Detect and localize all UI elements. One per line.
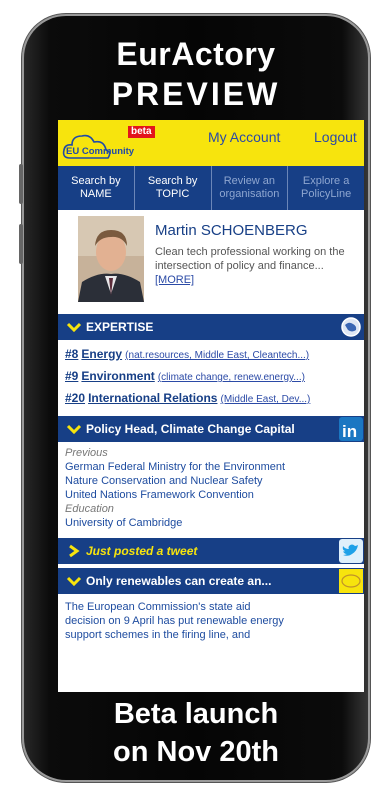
previous-item[interactable]: United Nations Framework Convention (65, 488, 358, 502)
expertise-name[interactable]: Environment (81, 369, 154, 383)
nav-label: TOPIC (155, 188, 190, 200)
expertise-rank: #9 (65, 369, 79, 383)
expertise-list: #8 Energy (nat.resources, Middle East, C… (58, 340, 364, 416)
beta-badge: beta (128, 126, 155, 138)
list-item[interactable]: #20 International Relations (Middle East… (65, 388, 358, 410)
news-header[interactable]: Only renewables can create an... (58, 568, 364, 594)
tweet-header[interactable]: Just posted a tweet (58, 538, 364, 564)
expertise-name[interactable]: International Relations (88, 391, 217, 405)
twitter-icon[interactable] (338, 538, 364, 564)
news-text: support schemes in the firing line, and (65, 629, 251, 641)
linkedin-icon[interactable]: in (338, 416, 364, 442)
chevron-down-icon (66, 576, 82, 586)
nav-label: PolicyLine (301, 188, 352, 200)
top-bar: EU Community beta My Account Logout (58, 120, 364, 166)
profile-bio-text: Clean tech professional working on the i… (155, 246, 345, 272)
news-source-icon (339, 569, 363, 593)
education-item[interactable]: University of Cambridge (65, 516, 358, 530)
footer-line-2: on Nov 20th (113, 736, 279, 768)
position-details: Previous German Federal Ministry for the… (58, 442, 364, 536)
previous-item[interactable]: German Federal Ministry for the Environm… (65, 460, 358, 474)
list-item[interactable]: #9 Environment (climate change, renew.en… (65, 366, 358, 388)
education-label: Education (65, 503, 114, 515)
news-body: The European Commission's state aid deci… (58, 594, 364, 648)
nav-label: Review an (223, 175, 276, 187)
nav-search-by-name[interactable]: Search by NAME (58, 166, 135, 210)
nav-label: organisation (219, 188, 280, 200)
linkedin-glyph: in (342, 422, 357, 441)
profile-name[interactable]: Martin SCHOENBERG (155, 222, 308, 239)
expertise-rank: #8 (65, 347, 79, 361)
nav-label: Search by (71, 175, 121, 187)
chevron-right-icon (69, 544, 80, 558)
logo-text: EU Community (66, 146, 135, 157)
footer-line-1: Beta launch (113, 698, 279, 730)
expertise-rank: #20 (65, 391, 86, 405)
news-text: decision on 9 April has put renewable en… (65, 615, 284, 627)
my-account-link[interactable]: My Account (208, 129, 280, 145)
tweet-title: Just posted a tweet (86, 544, 198, 558)
position-title: Policy Head, Climate Change Capital (86, 422, 295, 436)
expertise-tags[interactable]: (climate change, renew.energy...) (158, 372, 305, 383)
header-title: EurActory (116, 36, 276, 72)
phone-screen: EU Community beta My Account Logout Sear… (58, 120, 364, 692)
globe-icon (341, 317, 361, 337)
profile-bio: Clean tech professional working on the i… (155, 245, 355, 287)
more-link[interactable]: [MORE] (155, 274, 194, 286)
profile-card: Martin SCHOENBERG Clean tech professiona… (58, 210, 364, 314)
previous-item[interactable]: Nature Conservation and Nuclear Safety (65, 474, 358, 488)
nav-label: Explore a (302, 175, 350, 187)
expertise-header[interactable]: EXPERTISE (58, 314, 364, 340)
nav-bar: Search by NAME Search by TOPIC Review an or… (58, 166, 364, 210)
logout-link[interactable]: Logout (314, 129, 357, 145)
expertise-tags[interactable]: (nat.resources, Middle East, Cleantech..… (125, 350, 309, 361)
news-text: The European Commission's state aid (65, 601, 251, 613)
list-item[interactable]: #8 Energy (nat.resources, Middle East, C… (65, 344, 358, 366)
chevron-down-icon (66, 424, 82, 434)
header-subtitle: PREVIEW (111, 76, 281, 112)
nav-review-organisation[interactable]: Review an organisation (212, 166, 289, 210)
profile-photo (78, 216, 144, 302)
nav-label: NAME (79, 188, 112, 200)
phone-frame: EurActory PREVIEW EU Community beta My A… (19, 14, 370, 782)
expertise-tags[interactable]: (Middle East, Dev...) (221, 394, 311, 405)
nav-label: Search by (147, 175, 198, 187)
chevron-down-icon (66, 322, 82, 332)
nav-search-by-topic[interactable]: Search by TOPIC (135, 166, 212, 210)
previous-label: Previous (65, 447, 108, 459)
nav-explore-policyline[interactable]: Explore a PolicyLine (288, 166, 364, 210)
expertise-name[interactable]: Energy (81, 347, 122, 361)
position-header[interactable]: Policy Head, Climate Change Capital in (58, 416, 364, 442)
news-title: Only renewables can create an... (86, 574, 272, 588)
expertise-title: EXPERTISE (86, 320, 154, 334)
